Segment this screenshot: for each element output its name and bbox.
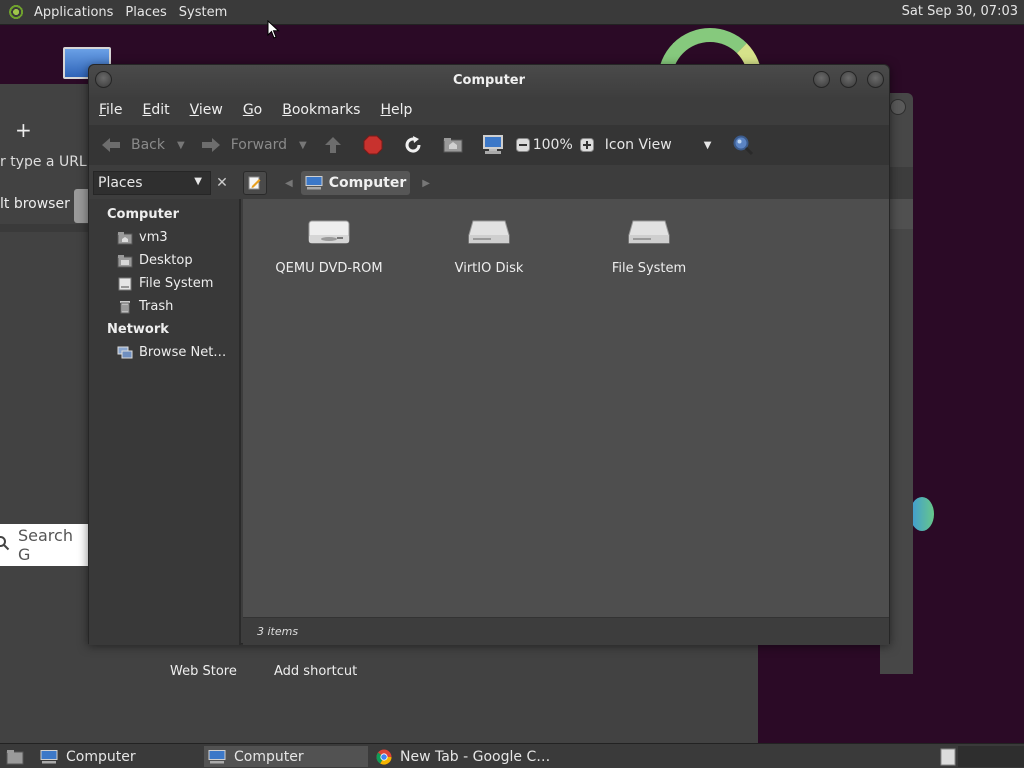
zoom-in-icon bbox=[579, 133, 595, 157]
taskbar-item-computer-1[interactable]: Computer bbox=[36, 746, 196, 767]
chrome-icon bbox=[376, 749, 392, 765]
hard-drive-icon bbox=[579, 217, 719, 253]
mate-logo-icon[interactable] bbox=[8, 3, 26, 21]
top-panel: Applications Places System Sat Sep 30, 0… bbox=[0, 0, 1024, 25]
applications-menu[interactable]: Applications bbox=[28, 5, 119, 20]
forward-button[interactable]: Forward ▼ bbox=[199, 125, 307, 165]
home-button[interactable] bbox=[441, 125, 465, 165]
new-tab-plus-icon[interactable]: + bbox=[15, 118, 32, 142]
search-icon bbox=[0, 535, 10, 555]
minimize-button[interactable] bbox=[813, 71, 830, 88]
bottom-taskbar: Computer Computer New Tab - Google C… bbox=[0, 743, 1024, 768]
zoom-level[interactable]: 100% bbox=[533, 125, 573, 165]
window-titlebar[interactable]: Computer bbox=[89, 65, 889, 97]
pathbar-left-chevron-icon[interactable]: ◀ bbox=[285, 178, 293, 189]
icon-view[interactable]: QEMU DVD-ROM VirtIO Disk File System bbox=[243, 199, 889, 617]
wallpaper-dot bbox=[910, 497, 934, 531]
clock[interactable]: Sat Sep 30, 07:03 bbox=[902, 4, 1018, 19]
sidebar-item-vm3[interactable]: vm3 bbox=[117, 230, 168, 245]
computer-icon bbox=[305, 176, 323, 190]
taskbar-item-chrome[interactable]: New Tab - Google C… bbox=[372, 746, 552, 767]
google-search-box[interactable]: Search G bbox=[0, 524, 88, 566]
menu-bookmarks[interactable]: Bookmarks bbox=[272, 102, 370, 118]
taskbar-item-computer-2[interactable]: Computer bbox=[204, 746, 368, 767]
home-folder-icon bbox=[117, 231, 133, 245]
menu-help[interactable]: Help bbox=[370, 102, 422, 118]
default-browser-text: lt browser bbox=[0, 196, 70, 212]
pathbar: ◀ Computer ▶ bbox=[243, 169, 430, 197]
maximize-button[interactable] bbox=[840, 71, 857, 88]
places-sidebar: Computer vm3 Desktop File System Trash N bbox=[89, 199, 241, 645]
web-store-shortcut[interactable]: Web Store bbox=[170, 664, 237, 679]
item-count: 3 items bbox=[257, 625, 299, 638]
drive-icon bbox=[117, 277, 133, 291]
toolbar: Back ▼ Forward ▼ 100% Icon View ▼ bbox=[89, 125, 889, 165]
file-item-file-system[interactable]: File System bbox=[579, 217, 719, 276]
back-button[interactable]: Back ▼ bbox=[99, 125, 185, 165]
sidebar-item-file-system[interactable]: File System bbox=[117, 276, 213, 291]
zoom-out-icon bbox=[515, 133, 531, 157]
search-button[interactable] bbox=[731, 125, 755, 165]
zoom-in-button[interactable] bbox=[579, 125, 595, 165]
stop-icon bbox=[361, 133, 385, 157]
sidebar-section-computer: Computer bbox=[107, 207, 180, 222]
add-shortcut[interactable]: Add shortcut bbox=[274, 664, 357, 679]
search-placeholder: Search G bbox=[18, 526, 73, 564]
workspace-switcher[interactable] bbox=[936, 746, 956, 767]
menu-edit[interactable]: Edit bbox=[132, 102, 179, 118]
breadcrumb-computer[interactable]: Computer bbox=[300, 171, 411, 195]
back-arrow-icon bbox=[99, 133, 123, 157]
back-history-chevron-icon[interactable]: ▼ bbox=[177, 140, 185, 151]
reload-button[interactable] bbox=[401, 125, 425, 165]
sidebar-item-browse-network[interactable]: Browse Net… bbox=[117, 345, 226, 360]
view-mode-chevron-down-icon: ▼ bbox=[703, 139, 712, 151]
up-button[interactable] bbox=[321, 125, 345, 165]
mouse-cursor-icon bbox=[267, 20, 280, 39]
stop-button[interactable] bbox=[361, 125, 385, 165]
home-folder-icon bbox=[441, 133, 465, 157]
forward-history-chevron-icon[interactable]: ▼ bbox=[299, 140, 307, 151]
trash-icon bbox=[117, 300, 133, 314]
computer-icon bbox=[40, 749, 58, 764]
network-icon bbox=[117, 346, 133, 360]
view-mode-select[interactable]: Icon View ▼ bbox=[605, 125, 712, 165]
search-icon bbox=[731, 133, 755, 157]
up-arrow-icon bbox=[321, 133, 345, 157]
desktop-folder-icon bbox=[117, 254, 133, 268]
pathbar-right-chevron-icon[interactable]: ▶ bbox=[422, 178, 430, 189]
rear-window-button[interactable] bbox=[890, 99, 906, 115]
file-manager-window: Computer File Edit View Go Bookmarks Hel… bbox=[88, 64, 890, 645]
show-desktop-button[interactable] bbox=[2, 746, 30, 767]
sidebar-close-button[interactable]: ✕ bbox=[211, 171, 233, 195]
default-browser-button[interactable] bbox=[74, 189, 88, 223]
optical-drive-icon bbox=[259, 217, 399, 253]
sidebar-section-network: Network bbox=[107, 322, 169, 337]
file-item-virtio-disk[interactable]: VirtIO Disk bbox=[419, 217, 559, 276]
reload-icon bbox=[401, 133, 425, 157]
infobar-divider bbox=[0, 224, 88, 232]
zoom-out-button[interactable] bbox=[515, 125, 531, 165]
system-menu[interactable]: System bbox=[173, 5, 233, 20]
sidebar-item-desktop[interactable]: Desktop bbox=[117, 253, 193, 268]
forward-arrow-icon bbox=[199, 133, 223, 157]
hard-drive-icon bbox=[419, 217, 559, 253]
workspace-switcher-empty[interactable] bbox=[958, 746, 1024, 767]
window-title: Computer bbox=[452, 73, 526, 88]
computer-button[interactable] bbox=[481, 125, 505, 165]
computer-icon bbox=[208, 749, 226, 764]
menu-file[interactable]: File bbox=[89, 102, 132, 118]
status-bar: 3 items bbox=[243, 617, 889, 645]
location-edit-toggle[interactable] bbox=[243, 171, 267, 195]
sidebar-item-trash[interactable]: Trash bbox=[117, 299, 173, 314]
omnibox-hint[interactable]: r type a URL bbox=[0, 154, 87, 170]
menu-go[interactable]: Go bbox=[233, 102, 272, 118]
file-item-qemu-dvd-rom[interactable]: QEMU DVD-ROM bbox=[259, 217, 399, 276]
menubar: File Edit View Go Bookmarks Help bbox=[89, 97, 889, 123]
computer-icon bbox=[481, 133, 505, 157]
menu-view[interactable]: View bbox=[180, 102, 233, 118]
sidebar-type-select[interactable]: Places ▼ bbox=[93, 171, 211, 195]
close-button[interactable] bbox=[867, 71, 884, 88]
places-menu[interactable]: Places bbox=[119, 5, 172, 20]
sidebar-chevron-down-icon: ▼ bbox=[194, 176, 202, 187]
